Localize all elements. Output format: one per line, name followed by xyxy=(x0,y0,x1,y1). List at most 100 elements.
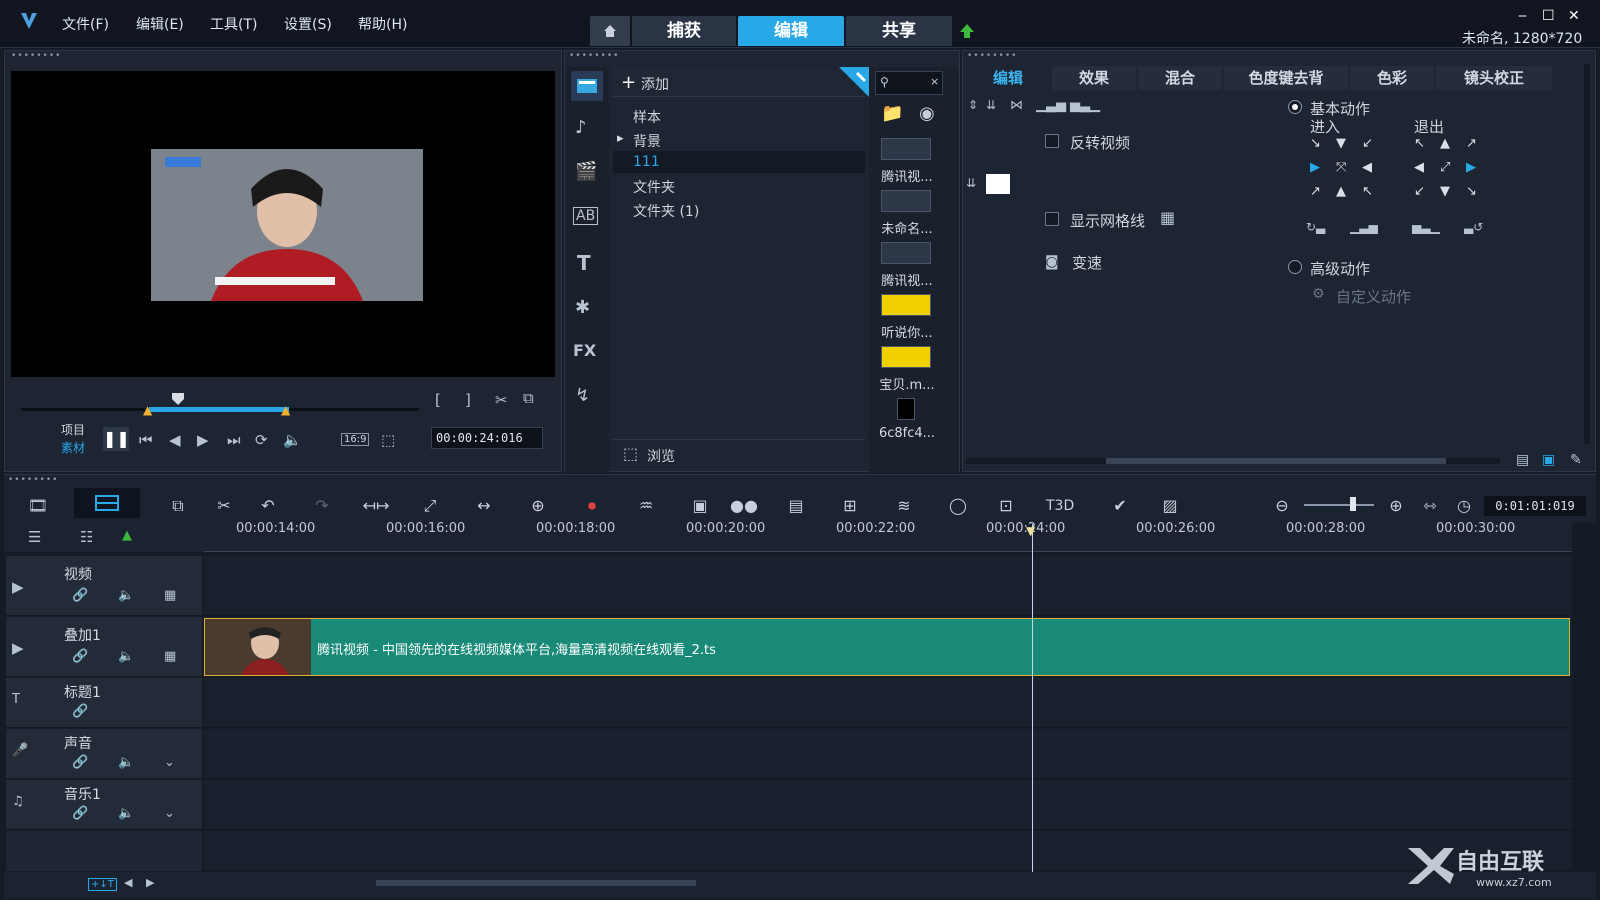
clock-icon[interactable]: ◷ xyxy=(1450,494,1478,518)
options-edit-icon[interactable]: ✎ xyxy=(1570,452,1582,468)
speed-icon[interactable]: ◙ xyxy=(1045,254,1059,270)
play-pause-button[interactable]: ❚❚ xyxy=(103,427,130,451)
link-icon[interactable]: 🔗 xyxy=(72,755,88,770)
enter-top-right-icon[interactable]: ↙ xyxy=(1362,136,1373,151)
enter-top-icon[interactable]: ▼ xyxy=(1336,136,1346,151)
speed-effect-icon[interactable]: ≋ xyxy=(890,494,918,518)
exit-center-icon[interactable]: ⤢ xyxy=(1440,160,1450,175)
media-thumb-4[interactable] xyxy=(881,294,931,316)
exit-bottom-right-icon[interactable]: ↘ xyxy=(1466,184,1477,199)
track-grid-icon[interactable]: ▦ xyxy=(164,588,176,603)
transition-icon[interactable]: AB xyxy=(573,207,599,225)
timeline-hscroll-thumb[interactable] xyxy=(376,880,696,886)
zoom-out-icon[interactable]: ⊖ xyxy=(1268,494,1296,518)
scroll-right-icon[interactable]: ▶ xyxy=(146,876,154,889)
trim-end-marker[interactable]: ▲ xyxy=(281,403,290,417)
dropdown-icon[interactable]: ⇊ xyxy=(966,176,976,190)
split-screen-icon[interactable]: ⊞ xyxy=(836,494,864,518)
go-end-icon[interactable]: ⏭ xyxy=(227,431,241,449)
storyboard-view-icon[interactable]: 🎞 xyxy=(24,494,52,518)
color-swatch[interactable] xyxy=(986,174,1010,194)
add-label[interactable]: 添加 xyxy=(641,74,669,94)
menu-tools[interactable]: 工具(T) xyxy=(210,14,257,34)
enter-center-icon[interactable]: ⤧ xyxy=(1336,160,1346,175)
folder-icon[interactable]: 📁 xyxy=(881,103,903,124)
exit-left-icon[interactable]: ◀ xyxy=(1414,160,1424,175)
exit-bottom-left-icon[interactable]: ↙ xyxy=(1414,184,1425,199)
fade-icon[interactable]: ⋈ xyxy=(1010,98,1023,113)
prev-frame-icon[interactable]: ◀ xyxy=(169,431,181,449)
basic-motion-radio[interactable] xyxy=(1288,100,1302,114)
tab-options-edit[interactable]: 编辑 xyxy=(966,66,1050,90)
options-hscroll[interactable] xyxy=(966,458,1500,464)
split-clip-icon[interactable]: ✂ xyxy=(495,391,508,409)
path-icon[interactable]: ↯ xyxy=(575,385,590,406)
menu-settings[interactable]: 设置(S) xyxy=(284,14,332,34)
home-button[interactable] xyxy=(590,16,630,46)
mark-out-icon[interactable]: ] xyxy=(465,391,471,409)
screen-capture-icon[interactable]: ▨ xyxy=(1156,494,1184,518)
enter-bottom-icon[interactable]: ▲ xyxy=(1336,184,1346,199)
next-frame-icon[interactable]: ▶ xyxy=(197,431,209,449)
track-volume-icon[interactable]: 🔈 xyxy=(118,649,134,664)
menu-edit[interactable]: 编辑(E) xyxy=(136,14,184,34)
scrub-handle[interactable] xyxy=(171,391,185,410)
fx-icon[interactable]: FX xyxy=(573,341,596,360)
mark-in-icon[interactable]: [ xyxy=(435,391,441,409)
graphics-icon[interactable]: ✱ xyxy=(575,297,590,318)
capture-icon[interactable]: ◉ xyxy=(919,103,935,124)
playhead-line[interactable] xyxy=(1032,524,1033,874)
rotate-in-icon[interactable]: ↻▃ xyxy=(1306,220,1325,234)
track-row-video[interactable] xyxy=(204,556,1572,616)
mask-icon[interactable]: ✔ xyxy=(1106,494,1134,518)
volume-icon[interactable]: 🔈 xyxy=(283,431,302,449)
media-thumb-3[interactable] xyxy=(881,242,931,264)
track-row-title[interactable] xyxy=(204,678,1572,728)
repeat-icon[interactable]: ⟳ xyxy=(255,431,268,449)
folder-background[interactable]: 背景 xyxy=(633,131,661,151)
maximize-button[interactable]: ☐ xyxy=(1542,8,1555,24)
track-expand-icon[interactable]: ⌄ xyxy=(164,806,175,821)
subtitle-icon[interactable]: ▤ xyxy=(782,494,810,518)
fade-out-motion-icon[interactable]: ▅▃▁ xyxy=(1412,220,1440,234)
trim-range[interactable] xyxy=(149,407,289,412)
resize-icon[interactable]: ⤢ xyxy=(416,494,444,518)
fit-timeline-icon[interactable]: ⇿ xyxy=(1416,494,1444,518)
folder-sample[interactable]: 样本 xyxy=(633,107,661,127)
zoom-slider[interactable] xyxy=(1304,504,1374,506)
track-row-voice[interactable] xyxy=(204,729,1572,779)
panel-grip[interactable]: •••••••• xyxy=(569,51,619,61)
timecode-display[interactable]: 00:00:24:016 xyxy=(431,427,543,449)
options-view-1-icon[interactable]: ▤ xyxy=(1516,452,1529,468)
enter-top-left-icon[interactable]: ↘ xyxy=(1310,136,1321,151)
expand-arrow-icon[interactable]: ▸ xyxy=(617,131,624,146)
track-volume-icon[interactable]: 🔈 xyxy=(118,755,134,770)
tab-edit[interactable]: 编辑 xyxy=(738,16,844,46)
tab-options-chroma[interactable]: 色度键去背 xyxy=(1224,66,1348,90)
minimize-button[interactable]: ‒ xyxy=(1518,8,1527,24)
exit-right-icon[interactable]: ▶ xyxy=(1466,160,1476,175)
upload-icon[interactable] xyxy=(958,22,976,44)
fade-in-icon[interactable]: ▁▃▅ xyxy=(1036,98,1066,113)
add-track-icon[interactable]: ☷ xyxy=(80,528,93,546)
track-expand-icon[interactable]: ⌄ xyxy=(164,755,175,770)
record-icon[interactable]: ⏺ xyxy=(578,494,606,518)
options-vscroll[interactable] xyxy=(1584,64,1590,444)
enter-bottom-right-icon[interactable]: ↖ xyxy=(1362,184,1373,199)
scroll-left-icon[interactable]: ◀ xyxy=(124,876,132,889)
grid-options-icon[interactable]: ▦ xyxy=(1160,208,1175,227)
media-icon[interactable] xyxy=(571,71,603,101)
ripple-icon[interactable]: ↔ xyxy=(470,494,498,518)
custom-motion-label[interactable]: 自定义动作 xyxy=(1336,286,1411,307)
tab-options-effect[interactable]: 效果 xyxy=(1052,66,1136,90)
tab-options-color[interactable]: 色彩 xyxy=(1350,66,1434,90)
fade-in-motion-icon[interactable]: ▁▃▅ xyxy=(1350,220,1378,234)
go-start-icon[interactable]: ⏮ xyxy=(139,431,153,449)
advanced-motion-radio[interactable] xyxy=(1288,260,1302,274)
timeline-vscroll[interactable] xyxy=(1574,556,1582,866)
menu-file[interactable]: 文件(F) xyxy=(62,14,109,34)
options-hscroll-thumb[interactable] xyxy=(1106,458,1446,464)
loop-icon[interactable]: ◯ xyxy=(944,494,972,518)
clear-icon[interactable]: × xyxy=(930,75,939,88)
options-view-2-icon[interactable]: ▣ xyxy=(1542,452,1555,468)
